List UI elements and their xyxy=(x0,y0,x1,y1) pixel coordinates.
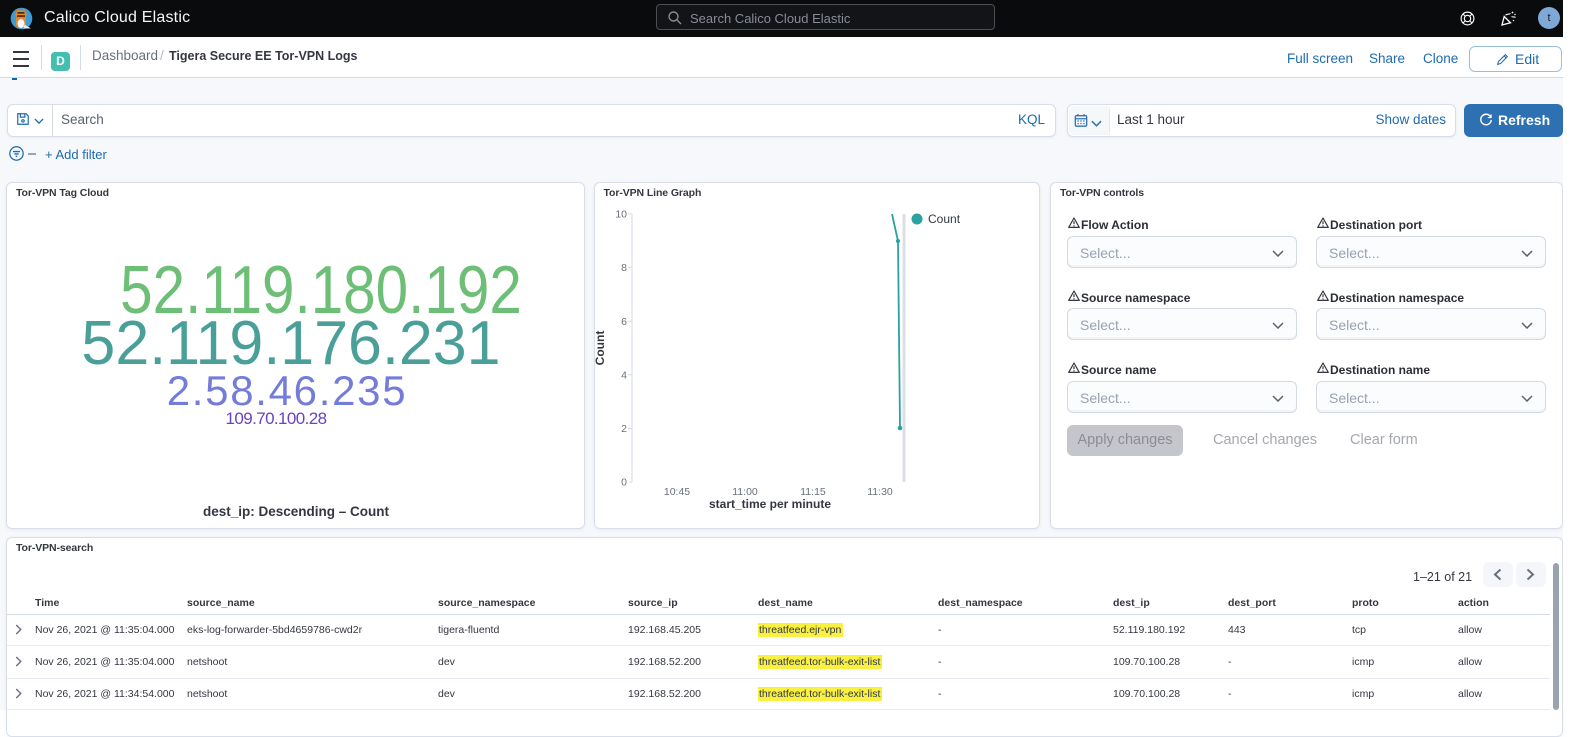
svg-text:10:45: 10:45 xyxy=(664,486,690,498)
svg-text:start_time per minute: start_time per minute xyxy=(709,497,831,511)
svg-text:10: 10 xyxy=(615,209,627,221)
svg-text:Count: Count xyxy=(928,212,961,226)
svg-text:0: 0 xyxy=(621,477,627,489)
svg-text:6: 6 xyxy=(621,316,627,328)
svg-text:11:30: 11:30 xyxy=(867,486,893,498)
svg-text:8: 8 xyxy=(621,262,627,274)
svg-text:4: 4 xyxy=(621,369,627,381)
svg-text:Count: Count xyxy=(593,331,607,366)
svg-text:2: 2 xyxy=(621,423,627,435)
